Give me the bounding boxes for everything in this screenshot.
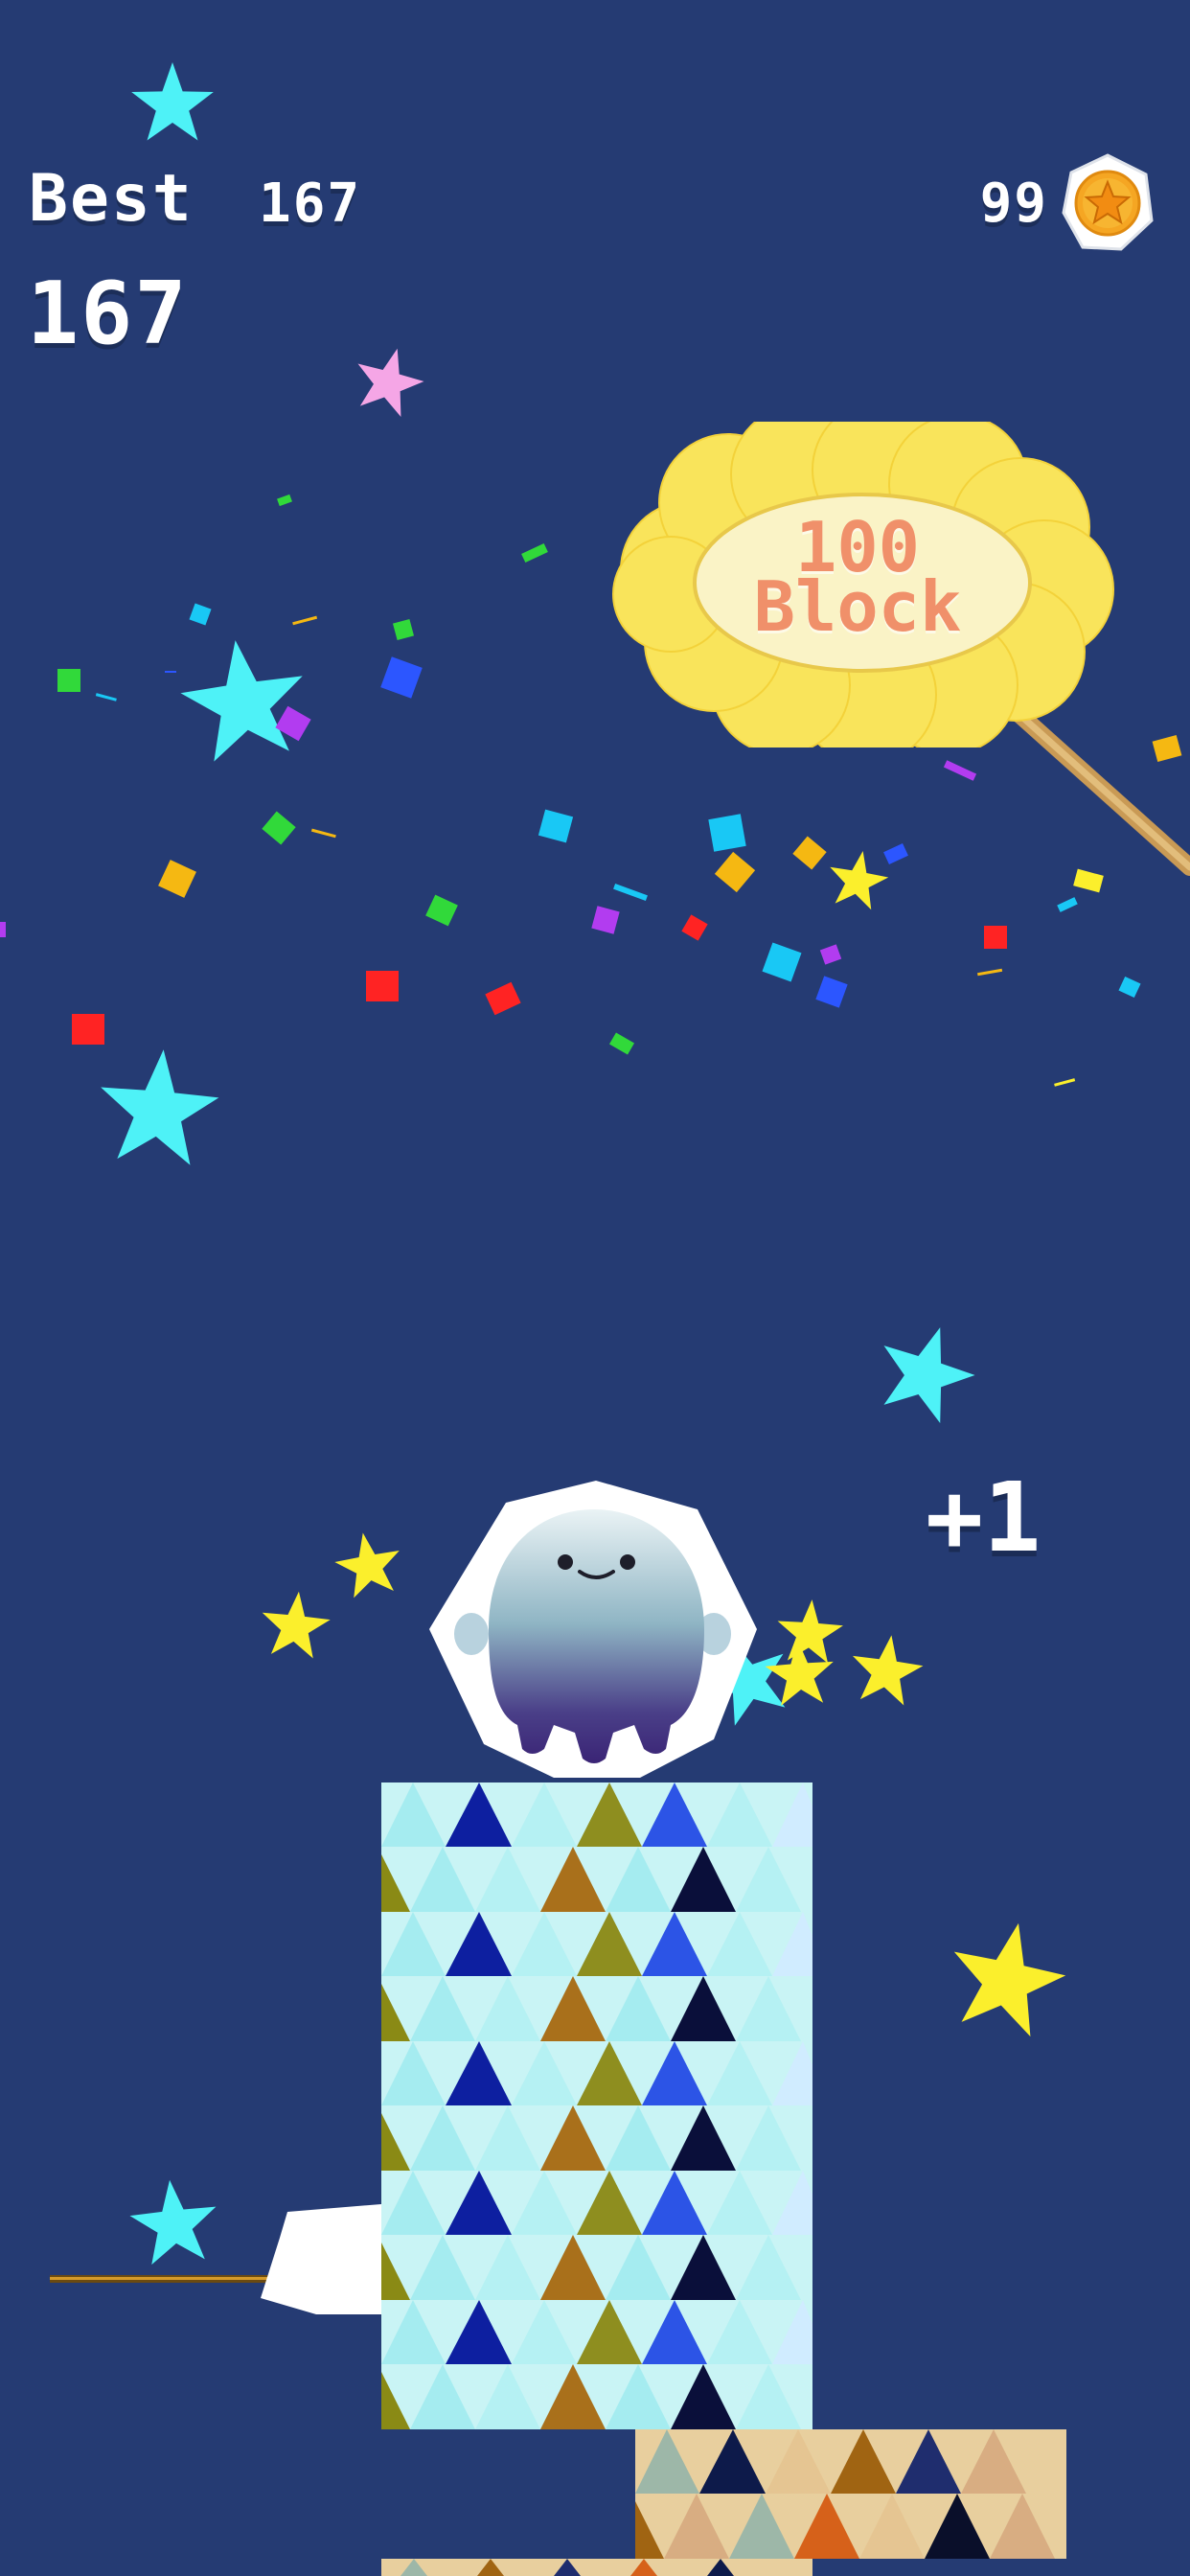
tower-block-main <box>381 1782 812 2429</box>
tower-block-bottom <box>381 2559 812 2576</box>
right-eye <box>620 1554 635 1570</box>
side-launcher <box>50 2204 381 2314</box>
player-character <box>429 1481 757 1778</box>
tower-block-lower <box>635 2429 1066 2559</box>
left-eye <box>558 1554 573 1570</box>
